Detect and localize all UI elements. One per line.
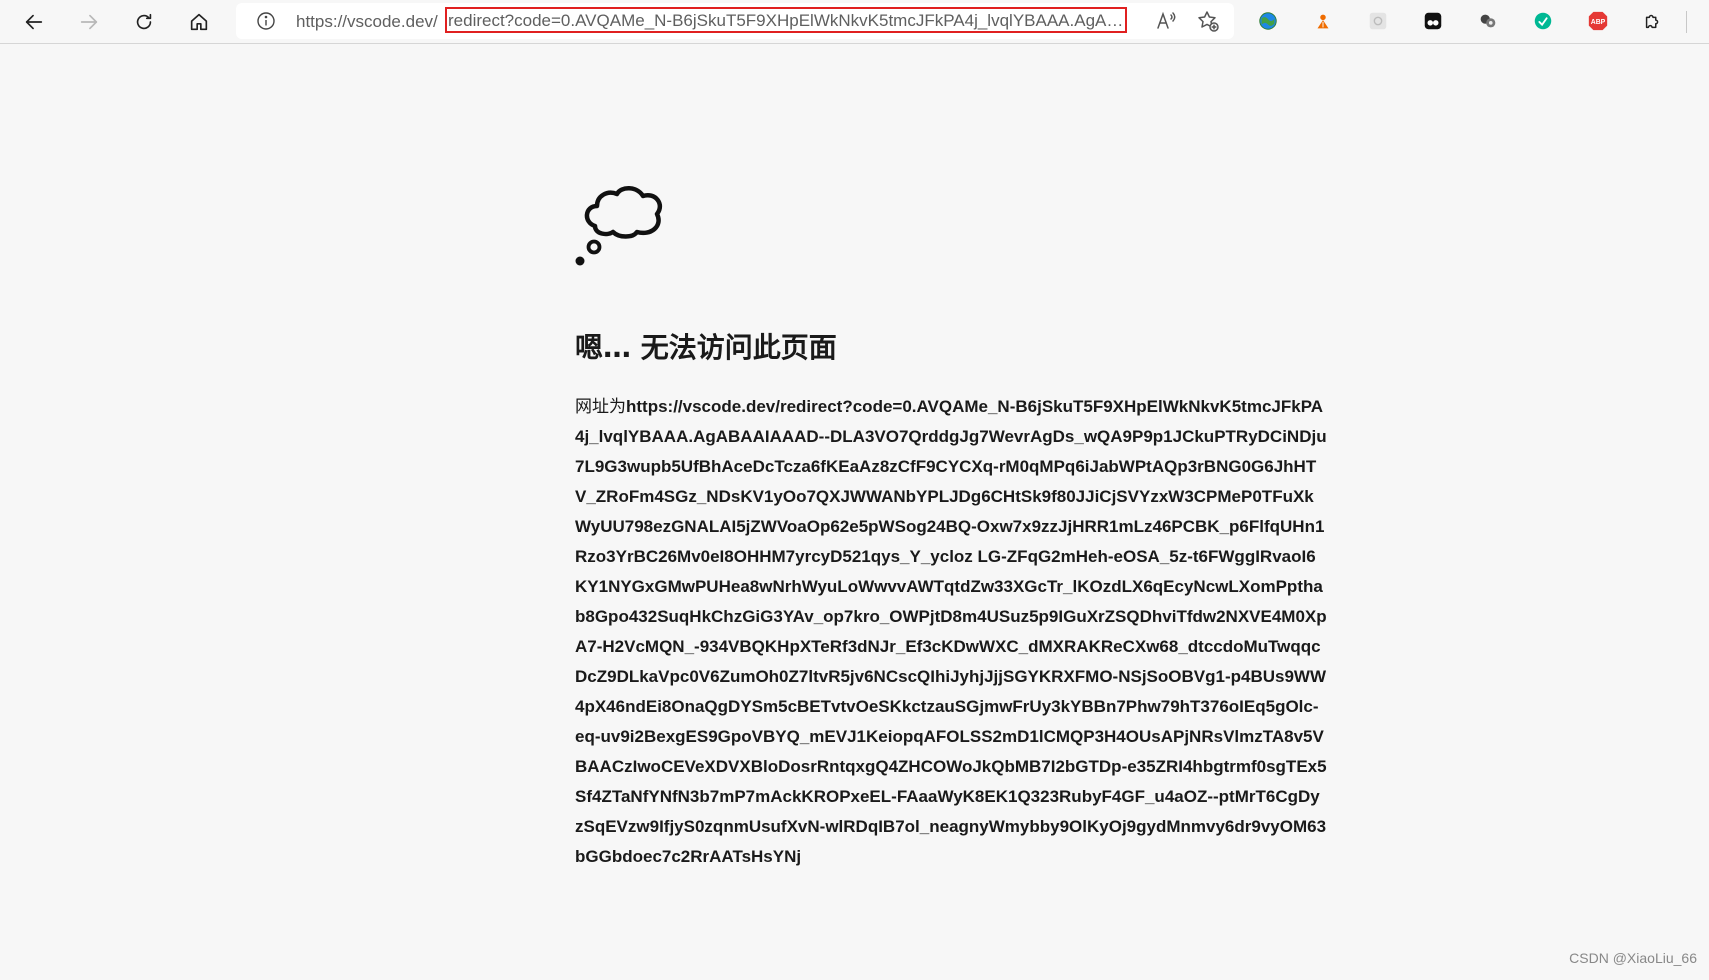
extensions-puzzle-icon[interactable] (1641, 9, 1665, 33)
extension-green-circle-icon[interactable] (1531, 9, 1555, 33)
back-arrow-icon (25, 14, 43, 30)
error-url-prefix: 网址为 (575, 397, 626, 416)
home-icon (190, 13, 208, 31)
error-message: 网址为https://vscode.dev/redirect?code=0.AV… (575, 392, 1327, 872)
error-title: 嗯… 无法访问此页面 (575, 331, 837, 364)
error-url: https://vscode.dev/redirect?code=0.AVQAM… (575, 397, 1327, 866)
refresh-icon (136, 13, 152, 30)
toolbar-divider (1686, 11, 1687, 33)
back-button[interactable] (18, 6, 50, 38)
thought-cloud-icon (575, 186, 663, 266)
error-page-content: 嗯… 无法访问此页面 网址为https://vscode.dev/redirec… (575, 170, 1329, 872)
extension-cluster-icon[interactable] (1476, 9, 1500, 33)
url-origin: https://vscode.dev/ (296, 12, 438, 31)
forward-arrow-icon (80, 14, 98, 30)
extension-abp-icon[interactable]: ABP (1586, 9, 1610, 33)
refresh-button[interactable] (128, 6, 160, 38)
info-icon[interactable] (256, 11, 276, 31)
extension-black-square-icon[interactable] (1421, 9, 1445, 33)
extension-person-icon[interactable] (1311, 9, 1335, 33)
watermark: CSDN @XiaoLiu_66 (1569, 950, 1697, 966)
read-aloud-icon[interactable] (1154, 9, 1178, 33)
home-button[interactable] (183, 6, 215, 38)
url-path-highlighted: redirect?code=0.AVQAMe_N-B6jSkuT5F9XHpEl… (445, 7, 1127, 33)
extension-globe-icon[interactable] (1256, 9, 1280, 33)
abp-label: ABP (1591, 19, 1606, 26)
add-favorite-icon[interactable] (1196, 9, 1220, 33)
extension-gray-icon[interactable] (1366, 9, 1390, 33)
browser-toolbar: https://vscode.dev/ redirect?code=0.AVQA… (0, 0, 1709, 44)
forward-button[interactable] (73, 6, 105, 38)
address-bar[interactable]: https://vscode.dev/ redirect?code=0.AVQA… (236, 3, 1234, 39)
